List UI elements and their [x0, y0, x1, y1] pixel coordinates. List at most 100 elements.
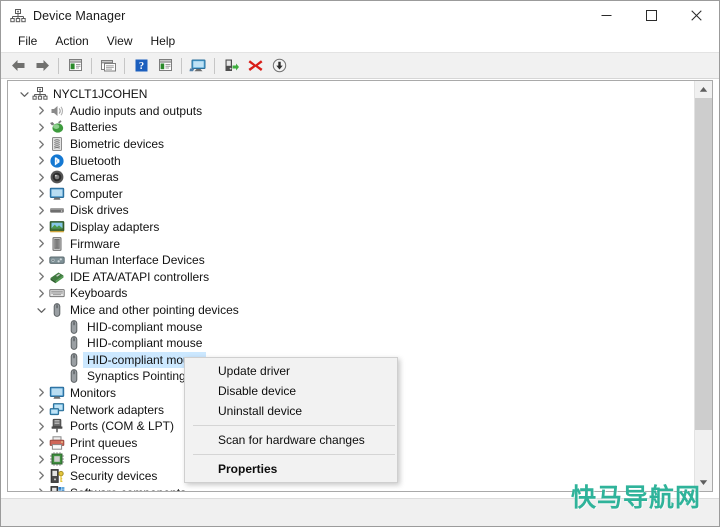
tree-row[interactable]: Bluetooth — [8, 152, 695, 169]
mouse-icon — [66, 335, 82, 351]
properties-button[interactable] — [97, 55, 119, 76]
disable-device-button[interactable] — [268, 55, 290, 76]
context-menu-item[interactable]: Update driver — [185, 361, 397, 381]
tree-row[interactable]: HID-compliant mouse — [8, 335, 695, 352]
chevron-right-icon[interactable] — [33, 385, 49, 401]
menu-view[interactable]: View — [98, 32, 142, 51]
monitor-icon — [49, 186, 65, 202]
context-menu-item-label: Update driver — [218, 364, 291, 378]
context-menu-item[interactable]: Scan for hardware changes — [185, 430, 397, 450]
chevron-right-icon[interactable] — [33, 219, 49, 235]
menu-file[interactable]: File — [9, 32, 46, 51]
mouse-icon — [49, 302, 65, 318]
toolbar-separator-5 — [214, 57, 215, 74]
chevron-right-icon[interactable] — [33, 402, 49, 418]
scrollbar-thumb[interactable] — [695, 98, 712, 430]
tree-row[interactable]: Biometric devices — [8, 136, 695, 153]
toolbar-separator-4 — [181, 57, 182, 74]
tree-row-label: Computer — [70, 186, 123, 201]
menu-help[interactable]: Help — [142, 32, 185, 51]
speaker-icon — [51, 105, 64, 116]
chevron-right-icon[interactable] — [33, 236, 49, 252]
computer-root-icon — [32, 86, 48, 102]
tree-row[interactable]: Keyboards — [8, 285, 695, 302]
window-title: Device Manager — [33, 8, 126, 23]
show-hide-console-tree-button[interactable] — [64, 55, 86, 76]
tree-row-label: Biometric devices — [70, 137, 165, 152]
forward-button[interactable] — [31, 55, 53, 76]
minimize-button[interactable] — [584, 1, 629, 30]
tree-row[interactable]: Cameras — [8, 169, 695, 186]
monitor-icon — [49, 386, 65, 399]
tree-row[interactable]: Mice and other pointing devices — [8, 302, 695, 319]
context-menu-item[interactable]: Disable device — [185, 381, 397, 401]
chevron-down-icon[interactable] — [16, 86, 32, 102]
tree-row[interactable]: Disk drives — [8, 202, 695, 219]
scan-hardware-changes-button[interactable] — [187, 55, 209, 76]
scroll-up-button[interactable] — [695, 81, 712, 98]
tree-row[interactable]: IDE ATA/ATAPI controllers — [8, 269, 695, 286]
firmware-icon — [49, 236, 65, 252]
tree-row[interactable]: Human Interface Devices — [8, 252, 695, 269]
device-context-menu[interactable]: Update driver Disable device Uninstall dev… — [184, 357, 398, 483]
tree-row[interactable]: Computer — [8, 186, 695, 203]
chevron-right-icon[interactable] — [33, 119, 49, 135]
tree-row[interactable]: Firmware — [8, 235, 695, 252]
context-menu-item[interactable]: Properties — [185, 459, 397, 479]
tree-row[interactable]: Batteries — [8, 119, 695, 136]
update-driver-icon — [225, 59, 239, 71]
maximize-button[interactable] — [629, 1, 674, 30]
vertical-scrollbar[interactable] — [694, 81, 712, 491]
close-button[interactable] — [674, 1, 719, 30]
scrollbar-track[interactable] — [695, 98, 712, 474]
chevron-right-icon[interactable] — [33, 202, 49, 218]
chevron-down-icon[interactable] — [33, 302, 49, 318]
arrow-left-icon — [11, 60, 24, 71]
chevron-right-icon[interactable] — [33, 103, 49, 119]
chevron-right-icon[interactable] — [33, 285, 49, 301]
toolbar: ? — [1, 52, 719, 79]
context-menu-item[interactable]: Uninstall device — [185, 401, 397, 421]
help-button[interactable]: ? — [130, 55, 152, 76]
chevron-right-icon[interactable] — [33, 485, 49, 491]
tree-row[interactable]: HID-compliant mouse — [8, 318, 695, 335]
tree-row[interactable]: Audio inputs and outputs — [8, 103, 695, 120]
tree-row[interactable]: Software components — [8, 484, 695, 491]
disk-drive-icon — [50, 208, 64, 214]
tree-row-label: Ports (COM & LPT) — [70, 419, 175, 434]
chevron-right-icon[interactable] — [33, 418, 49, 434]
tree-row-label: Bluetooth — [70, 153, 121, 168]
chevron-right-icon[interactable] — [33, 435, 49, 451]
chevron-right-icon[interactable] — [33, 252, 49, 268]
chevron-right-icon[interactable] — [33, 451, 49, 467]
context-menu-item-label: Scan for hardware changes — [218, 433, 365, 447]
chevron-right-icon[interactable] — [33, 153, 49, 169]
chevron-right-icon[interactable] — [33, 186, 49, 202]
keyboard-icon — [49, 289, 65, 298]
tree-row-root[interactable]: NYCLT1JCOHEN — [8, 86, 695, 103]
context-menu-item-label: Uninstall device — [218, 404, 303, 418]
chevron-right-icon[interactable] — [33, 169, 49, 185]
mouse-icon — [53, 303, 61, 317]
chevron-right-icon[interactable] — [33, 136, 49, 152]
uninstall-device-button[interactable] — [244, 55, 266, 76]
tree-row[interactable]: Display adapters — [8, 219, 695, 236]
scroll-down-button[interactable] — [695, 474, 712, 491]
red-x-icon — [248, 60, 262, 71]
menu-action[interactable]: Action — [46, 32, 97, 51]
update-driver-button[interactable] — [220, 55, 242, 76]
tree-row-label: IDE ATA/ATAPI controllers — [70, 269, 210, 284]
chevron-right-icon[interactable] — [33, 269, 49, 285]
hid-icon — [49, 256, 65, 265]
software-component-icon — [49, 485, 65, 491]
bluetooth-icon — [50, 154, 64, 168]
disk-drive-icon — [49, 202, 65, 218]
context-menu-item-label: Disable device — [218, 384, 297, 398]
back-button[interactable] — [7, 55, 29, 76]
view-list-button[interactable] — [154, 55, 176, 76]
printer-icon — [49, 435, 65, 451]
chevron-right-icon[interactable] — [33, 468, 49, 484]
status-bar — [1, 498, 719, 526]
security-device-icon — [49, 468, 65, 484]
